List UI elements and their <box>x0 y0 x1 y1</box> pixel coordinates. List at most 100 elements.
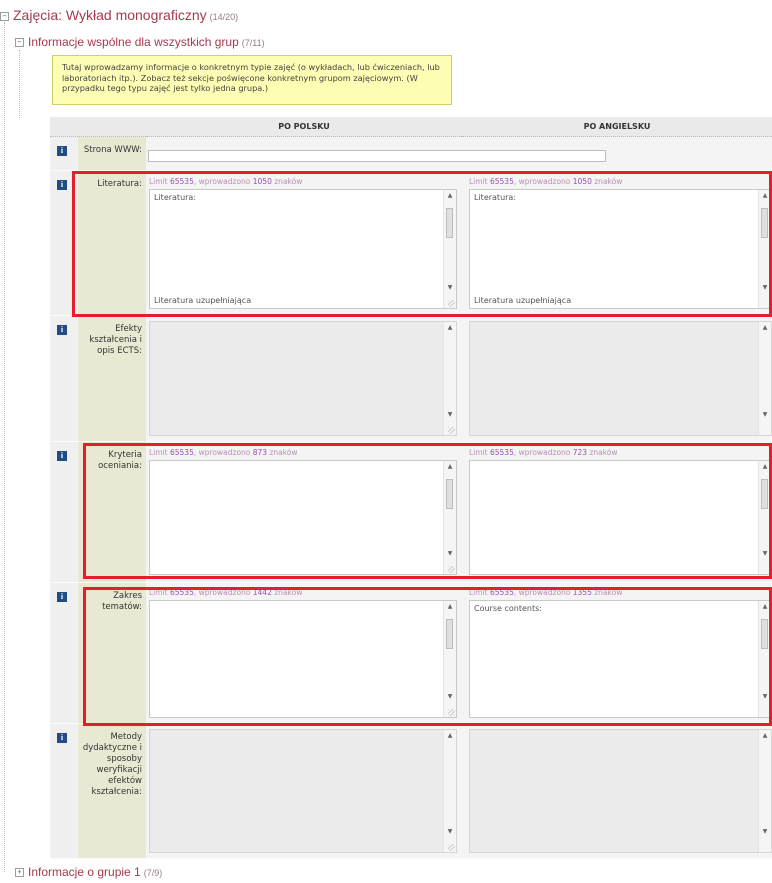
scroll-up-icon: ▲ <box>762 732 768 739</box>
group-title-text: Informacje o grupie 1 <box>28 865 141 879</box>
field-label: Metody dydaktyczne i sposoby weryfikacji… <box>82 732 142 797</box>
kryteria-pl-editor[interactable]: Limit 65535, wprowadzono 873 znaków ▲ ▼ <box>149 448 457 575</box>
common-info-section-title[interactable]: − Informacje wspólne dla wszystkich grup(… <box>15 35 265 49</box>
char-count-hint: Limit 65535, wprowadzono 1050 znaków <box>469 177 623 186</box>
scrollbar: ▲ ▼ <box>443 322 456 435</box>
char-count-hint: Limit 65535, wprowadzono 1355 znaków <box>469 588 623 597</box>
field-label: Zakres tematów: <box>102 591 142 612</box>
scroll-down-icon: ▼ <box>447 828 453 835</box>
editor-text: Literatura: <box>154 193 197 202</box>
scroll-down-icon: ▼ <box>762 828 768 835</box>
scrollbar: ▲ ▼ <box>443 730 456 852</box>
field-label: Kryteria oceniania: <box>98 450 142 471</box>
info-note: Tutaj wprowadzamy informacje o konkretny… <box>52 55 452 105</box>
scroll-down-icon[interactable]: ▼ <box>444 282 456 294</box>
scroll-thumb[interactable] <box>761 479 768 509</box>
editor-text: Literatura uzupełniająca <box>154 296 252 305</box>
info-icon[interactable]: i <box>57 180 67 190</box>
scrollbar[interactable]: ▲ ▼ <box>443 190 456 308</box>
resize-grip-icon[interactable] <box>448 709 455 716</box>
tree-line <box>4 22 5 872</box>
scrollbar[interactable]: ▲ ▼ <box>758 190 771 308</box>
zakres-pl-textarea[interactable]: ▲ ▼ <box>149 600 457 718</box>
scroll-up-icon[interactable]: ▲ <box>759 190 771 202</box>
zakres-en-textarea[interactable]: Course contents: ▲ ▼ <box>469 600 772 718</box>
row-literatura: i Literatura: Limit 65535, wprowadzono 1… <box>50 171 772 315</box>
field-label: Efekty kształcenia i opis ECTS: <box>89 324 142 356</box>
metody-en-textarea: ▲ ▼ <box>469 729 772 853</box>
lecture-title[interactable]: − Zajęcia: Wykład monograficzny (14/20) <box>0 7 238 23</box>
group-1-title[interactable]: + Informacje o grupie 1 (7/9) <box>15 865 162 879</box>
literatura-pl-textarea[interactable]: Literatura: Literatura uzupełniająca ▲ ▼ <box>149 189 457 309</box>
scroll-up-icon[interactable]: ▲ <box>444 601 456 613</box>
scrollbar: ▲ ▼ <box>758 730 771 852</box>
scrollbar: ▲ ▼ <box>758 322 771 435</box>
scroll-down-icon[interactable]: ▼ <box>759 548 771 560</box>
collapse-toggle-icon[interactable]: − <box>15 38 24 48</box>
scroll-up-icon[interactable]: ▲ <box>759 461 771 473</box>
fields-table: PO POLSKU PO ANGIELSKU i Strona WWW: i L… <box>50 117 772 859</box>
scroll-up-icon[interactable]: ▲ <box>444 461 456 473</box>
kryteria-en-editor[interactable]: Limit 65535, wprowadzono 723 znaków ▲ ▼ <box>469 448 772 575</box>
info-icon[interactable]: i <box>57 146 67 156</box>
lecture-title-text: Zajęcia: Wykład monograficzny <box>13 7 207 23</box>
info-icon[interactable]: i <box>57 733 67 743</box>
metody-pl-textarea: ▲ ▼ <box>149 729 457 853</box>
row-kryteria: i Kryteria oceniania: Limit 65535, wprow… <box>50 442 772 582</box>
scroll-down-icon: ▼ <box>762 411 768 418</box>
scrollbar[interactable]: ▲ ▼ <box>758 601 771 717</box>
editor-text: Course contents: <box>474 604 542 613</box>
scroll-down-icon[interactable]: ▼ <box>759 691 771 703</box>
scroll-thumb[interactable] <box>761 208 768 238</box>
char-count-hint: Limit 65535, wprowadzono 723 znaków <box>469 448 618 457</box>
zakres-en-editor[interactable]: Limit 65535, wprowadzono 1355 znaków Cou… <box>469 588 772 718</box>
info-icon[interactable]: i <box>57 592 67 602</box>
scroll-thumb[interactable] <box>446 479 453 509</box>
char-count-hint: Limit 65535, wprowadzono 1050 znaków <box>149 177 303 186</box>
literatura-en-textarea[interactable]: Literatura: Literatura uzupełniająca ▲ ▼ <box>469 189 772 309</box>
resize-grip-icon <box>448 844 455 851</box>
scroll-up-icon[interactable]: ▲ <box>759 601 771 613</box>
scroll-up-icon[interactable]: ▲ <box>444 190 456 202</box>
column-header-english: PO ANGIELSKU <box>462 117 772 137</box>
column-header-polish: PO POLSKU <box>146 117 462 137</box>
char-count-hint: Limit 65535, wprowadzono 873 znaków <box>149 448 298 457</box>
literatura-en-editor[interactable]: Limit 65535, wprowadzono 1050 znaków Lit… <box>469 177 772 309</box>
scroll-thumb[interactable] <box>446 619 453 649</box>
scroll-thumb[interactable] <box>761 619 768 649</box>
kryteria-en-textarea[interactable]: ▲ ▼ <box>469 460 772 575</box>
field-label: Literatura: <box>97 179 142 189</box>
efekty-pl-editor: ▲ ▼ <box>149 321 457 436</box>
kryteria-pl-textarea[interactable]: ▲ ▼ <box>149 460 457 575</box>
scrollbar[interactable]: ▲ ▼ <box>443 461 456 574</box>
lecture-count: (14/20) <box>209 12 239 22</box>
efekty-en-textarea: ▲ ▼ <box>469 321 772 436</box>
collapse-toggle-icon[interactable]: − <box>0 11 9 21</box>
row-www: i Strona WWW: <box>50 137 772 170</box>
efekty-pl-textarea: ▲ ▼ <box>149 321 457 436</box>
scrollbar[interactable]: ▲ ▼ <box>443 601 456 717</box>
row-zakres: i Zakres tematów: Limit 65535, wprowadzo… <box>50 583 772 723</box>
char-count-hint: Limit 65535, wprowadzono 1442 znaków <box>149 588 303 597</box>
editor-text: Literatura: <box>474 193 517 202</box>
section-count: (7/11) <box>241 38 265 48</box>
expand-toggle-icon[interactable]: + <box>15 868 24 878</box>
scroll-thumb[interactable] <box>446 208 453 238</box>
scroll-down-icon[interactable]: ▼ <box>444 548 456 560</box>
resize-grip-icon[interactable] <box>448 300 455 307</box>
literatura-pl-editor[interactable]: Limit 65535, wprowadzono 1050 znaków Lit… <box>149 177 457 309</box>
resize-grip-icon[interactable] <box>448 566 455 573</box>
column-header-blank <box>50 117 146 137</box>
info-icon[interactable]: i <box>57 451 67 461</box>
metody-en-editor: ▲ ▼ <box>469 729 772 853</box>
scroll-down-icon[interactable]: ▼ <box>444 691 456 703</box>
group-count: (7/9) <box>143 868 163 878</box>
scroll-up-icon: ▲ <box>762 324 768 331</box>
scroll-down-icon[interactable]: ▼ <box>759 282 771 294</box>
www-input[interactable] <box>148 150 606 162</box>
zakres-pl-editor[interactable]: Limit 65535, wprowadzono 1442 znaków ▲ ▼ <box>149 588 457 718</box>
info-icon[interactable]: i <box>57 325 67 335</box>
scroll-down-icon: ▼ <box>447 411 453 418</box>
tree-line <box>19 50 20 118</box>
scrollbar[interactable]: ▲ ▼ <box>758 461 771 574</box>
